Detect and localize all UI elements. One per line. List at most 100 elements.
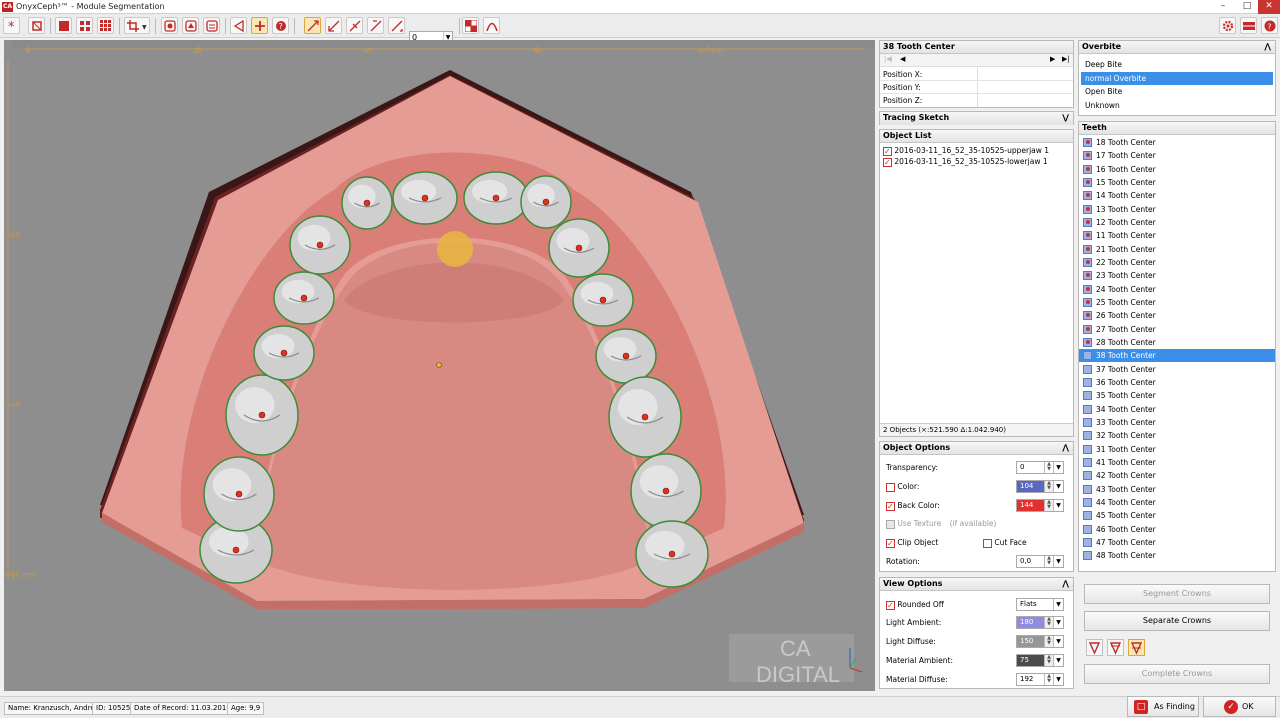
use-texture-checkbox[interactable] (886, 519, 895, 529)
axis-tool-3-button[interactable] (346, 17, 363, 34)
ok-button[interactable]: ✓ OK (1203, 696, 1276, 717)
arch-tool-button[interactable] (483, 17, 500, 34)
nav-last-icon[interactable]: ▶| (1062, 55, 1070, 63)
overbite-option[interactable]: Unknown (1081, 99, 1273, 112)
rounded-off-checkbox[interactable] (886, 599, 895, 612)
tooth-list-item[interactable]: 33 Tooth Center (1079, 416, 1275, 429)
shading-select[interactable]: Flats ▼ (1016, 598, 1064, 611)
collapse-chevron-icon[interactable]: ⋀ (1062, 578, 1069, 590)
object-tool-3-button[interactable] (203, 17, 220, 34)
complete-crowns-button[interactable]: Complete Crowns (1084, 664, 1270, 684)
tooth-crown[interactable] (595, 328, 657, 384)
tooth-list-item[interactable]: 34 Tooth Center (1079, 403, 1275, 416)
tooth-list-item[interactable]: 27 Tooth Center (1079, 323, 1275, 336)
tooth-list-item[interactable]: 32 Tooth Center (1079, 429, 1275, 442)
tooth-list-item[interactable]: 22 Tooth Center (1079, 256, 1275, 269)
palate-point-marker[interactable] (436, 362, 442, 368)
overbite-option[interactable]: Deep Bite (1081, 58, 1273, 71)
tooth-list-item[interactable]: 36 Tooth Center (1079, 376, 1275, 389)
tooth-center-marker[interactable] (300, 294, 308, 302)
position-y-value[interactable] (977, 81, 1073, 93)
tooth-center-marker[interactable] (662, 487, 670, 495)
overbite-option[interactable]: Open Bite (1081, 85, 1273, 98)
tracing-sketch-panel[interactable]: Tracing Sketch ⋁ (879, 111, 1074, 125)
object-tool-2-button[interactable] (182, 17, 199, 34)
tooth-list-item[interactable]: 42 Tooth Center (1079, 469, 1275, 482)
expand-chevron-icon[interactable]: ⋁ (1062, 112, 1069, 124)
object-visible-checkbox[interactable] (883, 156, 892, 169)
tooth-center-marker[interactable] (641, 413, 649, 421)
tooth-list-item[interactable]: 45 Tooth Center (1079, 509, 1275, 522)
tooth-crown[interactable] (341, 176, 393, 230)
tooth-crown[interactable] (225, 374, 299, 456)
tooth-crown[interactable] (203, 456, 275, 532)
tooth-list-item[interactable]: 25 Tooth Center (1079, 296, 1275, 309)
tooth-center-marker[interactable] (258, 411, 266, 419)
axis-tool-2-button[interactable] (325, 17, 342, 34)
tooth-list-item[interactable]: 17 Tooth Center (1079, 149, 1275, 162)
transparency-spinner[interactable]: 0 ▲ ▼ ▼ (1016, 461, 1064, 474)
tooth-list-item[interactable]: 26 Tooth Center (1079, 309, 1275, 322)
material-ambient-spinner[interactable]: 75 ▲ ▼ ▼ (1016, 654, 1064, 667)
material-diffuse-spinner[interactable]: 192 ▲ ▼ ▼ (1016, 673, 1064, 686)
checker-tool-button[interactable] (462, 17, 479, 34)
tooth-list-item[interactable]: 28 Tooth Center (1079, 336, 1275, 349)
tooth-list-item[interactable]: 14 Tooth Center (1079, 189, 1275, 202)
nav-prev-icon[interactable]: ◀ (900, 55, 905, 63)
tooth-list-item[interactable]: 18 Tooth Center (1079, 136, 1275, 149)
back-color-checkbox[interactable] (886, 500, 895, 513)
help-icon[interactable]: ? (1261, 17, 1278, 34)
axis-tool-1-button[interactable] (304, 17, 321, 34)
tooth-crown[interactable] (572, 273, 634, 327)
collapse-chevron-icon[interactable]: ⋀ (1062, 442, 1069, 454)
axis-tool-4-button[interactable] (367, 17, 384, 34)
tooth-center-marker[interactable] (235, 490, 243, 498)
tooth-list-item[interactable]: 41 Tooth Center (1079, 456, 1275, 469)
tooth-center-marker[interactable] (492, 194, 500, 202)
tooth-list-item[interactable]: 35 Tooth Center (1079, 389, 1275, 402)
tooth-list-item[interactable]: 46 Tooth Center (1079, 523, 1275, 536)
tooth-center-marker[interactable] (622, 352, 630, 360)
position-x-value[interactable] (977, 68, 1073, 80)
object-list-item[interactable]: 2016-03-11_16_52_35-10525-lowerjaw 1 (880, 155, 1073, 169)
crop-dropdown-button[interactable]: ▼ (124, 17, 150, 34)
as-finding-button[interactable]: □ As Finding (1127, 696, 1199, 717)
tooth-center-marker[interactable] (363, 199, 371, 207)
single-view-button[interactable] (55, 17, 72, 34)
tooth-center-marker[interactable] (575, 244, 583, 252)
quad-view-button[interactable] (76, 17, 93, 34)
rotation-spinner[interactable]: 0,0 ▲ ▼ ▼ (1016, 555, 1064, 568)
tooth-list-item[interactable]: 13 Tooth Center (1079, 203, 1275, 216)
3d-viewport[interactable]: CA DIGITAL 0 20 40 60 80 mm 20 40 60 mm (4, 40, 875, 691)
tooth-crown[interactable] (273, 271, 335, 325)
tooth-crown[interactable] (635, 520, 709, 588)
tooth-crown[interactable] (548, 218, 610, 278)
separate-crowns-button[interactable]: Separate Crowns (1084, 611, 1270, 631)
landmark-tool-button[interactable] (230, 17, 247, 34)
color-spinner[interactable]: 104 ▲ ▼ ▼ (1016, 480, 1064, 493)
overbite-option[interactable]: normal Overbite (1081, 71, 1273, 85)
crown-tool-3-button[interactable] (1128, 639, 1145, 656)
tooth-list-item[interactable]: 44 Tooth Center (1079, 496, 1275, 509)
crown-tool-1-button[interactable] (1086, 639, 1103, 656)
tooth-list-item[interactable]: 31 Tooth Center (1079, 443, 1275, 456)
panel-layout-button[interactable] (1240, 17, 1257, 34)
tooth-center-marker[interactable] (316, 241, 324, 249)
tooth-list-item[interactable]: 21 Tooth Center (1079, 243, 1275, 256)
tooth-list-item[interactable]: 43 Tooth Center (1079, 483, 1275, 496)
tooth-list-item[interactable]: 23 Tooth Center (1079, 269, 1275, 282)
tooth-list-item[interactable]: 16 Tooth Center (1079, 163, 1275, 176)
asterisk-tool-button[interactable]: * (3, 17, 20, 34)
nav-next-icon[interactable]: ▶ (1050, 55, 1055, 63)
grid-view-button[interactable] (97, 17, 114, 34)
clip-object-checkbox[interactable] (886, 537, 895, 550)
tooth-crown[interactable] (392, 171, 458, 225)
tooth-list-item[interactable]: 15 Tooth Center (1079, 176, 1275, 189)
light-ambient-spinner[interactable]: 180 ▲ ▼ ▼ (1016, 616, 1064, 629)
tooth-list-item[interactable]: 38 Tooth Center (1079, 349, 1275, 363)
close-button[interactable]: ✕ (1258, 0, 1280, 14)
minimize-button[interactable]: – (1212, 0, 1234, 14)
segment-crowns-button[interactable]: Segment Crowns (1084, 584, 1270, 604)
position-z-value[interactable] (977, 94, 1073, 107)
crown-tool-2-button[interactable] (1107, 639, 1124, 656)
